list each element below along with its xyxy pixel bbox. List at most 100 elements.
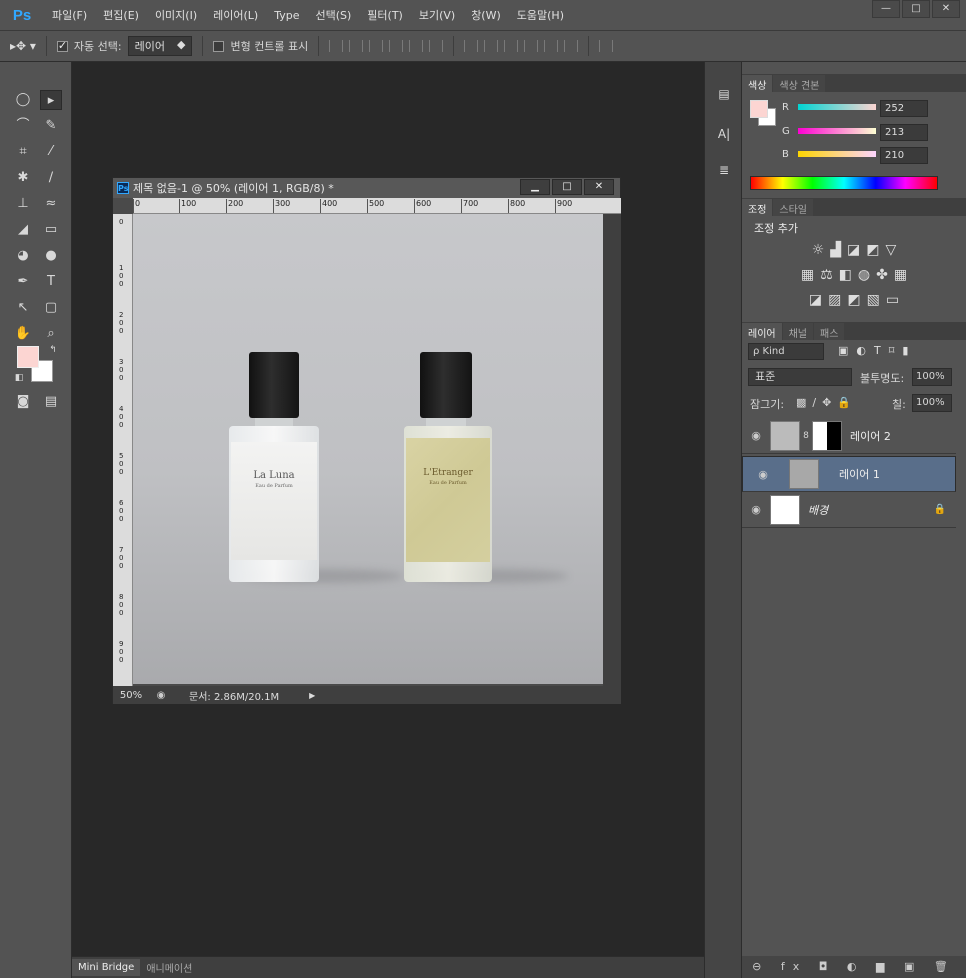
tab-swatches[interactable]: 색상 견본 [773, 75, 826, 92]
marquee-tool-icon[interactable]: ◯ [12, 90, 34, 110]
levels-icon[interactable]: ▟ [830, 242, 841, 258]
layer-name[interactable]: 레이어 2 [850, 428, 891, 444]
threshold-icon[interactable]: ◩ [847, 292, 860, 308]
visibility-eye-icon[interactable]: ◉ [742, 503, 770, 516]
doc-minimize-button[interactable]: ▁ [520, 179, 550, 195]
quick-select-tool-icon[interactable]: ✎ [40, 116, 62, 136]
auto-select-dropdown[interactable]: 레이어 ◆ [127, 36, 193, 56]
distribute-top-icon[interactable] [464, 40, 479, 52]
blue-slider[interactable] [798, 151, 876, 157]
lasso-tool-icon[interactable]: ⌒ [12, 116, 34, 136]
hand-tool-icon[interactable]: ✋ [12, 324, 34, 344]
horizontal-ruler[interactable]: 0 100 200 300 400 500 600 700 800 900 [133, 198, 621, 214]
posterize-icon[interactable]: ▨ [828, 292, 841, 308]
distribute-right-icon[interactable] [564, 40, 579, 52]
fill-value[interactable]: 100% [912, 394, 952, 412]
close-button[interactable]: ✕ [932, 0, 960, 18]
eraser-tool-icon[interactable]: ◢ [12, 220, 34, 240]
hue-saturation-icon[interactable]: ▦ [801, 267, 814, 283]
dodge-tool-icon[interactable]: ● [40, 246, 62, 266]
menu-image[interactable]: 이미지(I) [147, 7, 205, 23]
distribute-left-icon[interactable] [524, 40, 539, 52]
visibility-eye-icon[interactable]: ◉ [742, 429, 770, 442]
history-panel-icon[interactable]: ▤ [713, 84, 735, 104]
history-brush-tool-icon[interactable]: ≈ [40, 194, 62, 214]
gradient-tool-icon[interactable]: ▭ [40, 220, 62, 240]
visibility-eye-icon[interactable]: ◉ [749, 468, 777, 481]
align-left-icon[interactable] [389, 40, 404, 52]
screen-mode-icon[interactable]: ▤ [40, 392, 62, 412]
menu-select[interactable]: 선택(S) [307, 7, 359, 23]
status-info-icon[interactable]: ◉ [149, 690, 173, 701]
layer-filter-kind[interactable]: ρ Kind [748, 343, 824, 360]
brush-tool-icon[interactable]: ∕ [40, 168, 62, 188]
menu-help[interactable]: 도움말(H) [509, 7, 572, 23]
auto-align-icon[interactable] [599, 40, 614, 52]
green-value[interactable]: 213 [880, 124, 928, 141]
align-bottom-icon[interactable] [369, 40, 384, 52]
tab-adjustments[interactable]: 조정 [742, 199, 773, 216]
stamp-tool-icon[interactable]: ⊥ [12, 194, 34, 214]
tab-layers[interactable]: 레이어 [742, 323, 782, 340]
align-top-icon[interactable] [329, 40, 344, 52]
maximize-button[interactable]: □ [902, 0, 930, 18]
curves-icon[interactable]: ◪ [847, 242, 860, 258]
quick-mask-icon[interactable]: ◙ [12, 392, 34, 412]
color-balance-icon[interactable]: ⚖ [820, 267, 833, 283]
channel-mixer-icon[interactable]: ✤ [876, 267, 888, 283]
mask-link-icon[interactable]: 8 [800, 431, 812, 441]
character-panel-icon[interactable]: A| [713, 124, 735, 144]
vibrance-icon[interactable]: ▽ [886, 242, 897, 258]
tab-animation[interactable]: 애니메이션 [140, 957, 198, 978]
layer-row-selected[interactable]: ◉ 레이어 1 [742, 456, 956, 492]
foreground-color-swatch[interactable] [17, 346, 39, 368]
layer-row[interactable]: ◉ 배경 🔒 [742, 492, 956, 528]
color-spectrum-bar[interactable] [750, 176, 938, 190]
lock-icons[interactable]: ▩∕✥🔒 [796, 396, 857, 409]
tab-mini-bridge[interactable]: Mini Bridge [72, 959, 141, 976]
path-select-tool-icon[interactable]: ↖ [12, 298, 34, 318]
distribute-bottom-icon[interactable] [504, 40, 519, 52]
default-colors-icon[interactable]: ◧ [8, 368, 30, 388]
tab-color[interactable]: 색상 [742, 75, 773, 92]
blur-tool-icon[interactable]: ◕ [12, 246, 34, 266]
tab-channels[interactable]: 채널 [782, 323, 814, 340]
invert-icon[interactable]: ◪ [809, 292, 822, 308]
layer-filter-icons[interactable]: ▣◐T⌑▮ [838, 344, 916, 357]
doc-close-button[interactable]: ✕ [584, 179, 614, 195]
swap-colors-icon[interactable]: ↰ [42, 340, 64, 360]
layer-name[interactable]: 배경 [808, 502, 828, 518]
shape-tool-icon[interactable]: ▢ [40, 298, 62, 318]
opacity-value[interactable]: 100% [912, 368, 952, 386]
menu-file[interactable]: 파일(F) [44, 7, 95, 23]
layer-row[interactable]: ◉ 8 레이어 2 [742, 418, 956, 454]
layer-bottom-icons[interactable]: ⊖ fx ◘ ◐ ▆ ▣ 🗑 [742, 956, 966, 978]
layer-mask-thumbnail[interactable] [812, 420, 842, 451]
menu-view[interactable]: 보기(V) [411, 7, 463, 23]
menu-layer[interactable]: 레이어(L) [205, 7, 266, 23]
status-menu-arrow-icon[interactable]: ▶ [309, 691, 315, 700]
align-vcenter-icon[interactable] [349, 40, 364, 52]
vertical-scrollbar[interactable] [603, 214, 621, 686]
blue-value[interactable]: 210 [880, 147, 928, 164]
healing-brush-tool-icon[interactable]: ✱ [12, 168, 34, 188]
brightness-contrast-icon[interactable]: ☼ [812, 242, 825, 258]
gradient-map-icon[interactable]: ▧ [867, 292, 880, 308]
menu-type[interactable]: Type [266, 9, 307, 22]
distribute-vcenter-icon[interactable] [484, 40, 499, 52]
document-canvas[interactable]: La Luna Eau de Parfum L'Etranger Eau de … [133, 214, 603, 684]
crop-tool-icon[interactable]: ⌗ [12, 142, 34, 162]
menu-window[interactable]: 창(W) [463, 7, 509, 23]
red-value[interactable]: 252 [880, 100, 928, 117]
move-tool-icon[interactable]: ▸ [40, 90, 62, 110]
layer-name[interactable]: 레이어 1 [839, 466, 880, 482]
eyedropper-tool-icon[interactable]: ⁄ [40, 142, 62, 162]
selective-color-icon[interactable]: ▭ [886, 292, 899, 308]
green-slider[interactable] [798, 128, 876, 134]
menu-edit[interactable]: 편집(E) [95, 7, 147, 23]
black-white-icon[interactable]: ◧ [839, 267, 852, 283]
vertical-ruler[interactable]: 0 100 200 300 400 500 600 700 800 900 [113, 214, 133, 686]
photo-filter-icon[interactable]: ◍ [858, 267, 870, 283]
color-panel-foreground[interactable] [750, 100, 768, 118]
transform-controls-checkbox[interactable] [213, 40, 225, 52]
